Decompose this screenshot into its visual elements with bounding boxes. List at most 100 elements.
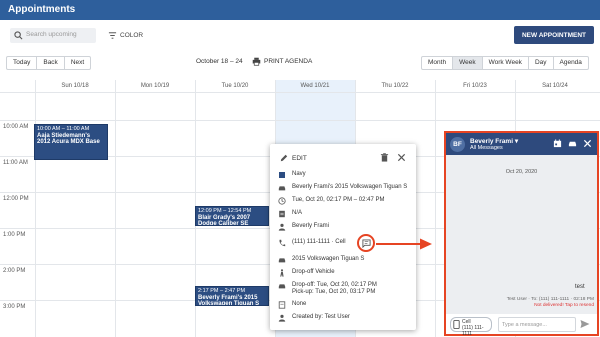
notes-icon [278, 301, 286, 309]
person-icon [278, 223, 286, 231]
time-label: 10:00 AM [3, 124, 29, 130]
avatar: BF [450, 137, 465, 152]
chat-icon [361, 238, 371, 248]
day-header: Mon 10/19 [140, 83, 170, 89]
time-label: 1:00 PM [3, 232, 26, 238]
customer-value: Beverly Frami [292, 223, 330, 229]
view-agenda[interactable]: Agenda [554, 57, 588, 69]
dropoff-row: Drop-off: Tue, Oct 20, 02:17 PM Pick-up:… [278, 282, 377, 296]
arrow-annotation [376, 238, 432, 250]
close-icon[interactable] [397, 153, 406, 162]
event-title: Beverly Frami's 2015 Volkswagen Tiguan S [198, 294, 260, 306]
color-button[interactable]: COLOR [108, 28, 143, 43]
view-day[interactable]: Day [529, 57, 554, 69]
vehicle-row: Beverly Frami's 2015 Volkswagen Tiguan S [278, 184, 407, 192]
message-bubble: test [572, 283, 588, 291]
grid-line [35, 80, 36, 337]
view-switcher: Month Week Work Week Day Agenda [421, 56, 589, 70]
car-icon[interactable] [568, 139, 577, 148]
search-input[interactable]: Search upcoming [10, 28, 96, 43]
contact-name-label: Beverly Frami [470, 138, 513, 145]
mobile-phone-icon [453, 320, 460, 329]
color-value: Navy [292, 171, 306, 177]
time-row: Tue, Oct 20, 02:17 PM – 02:47 PM [278, 197, 385, 205]
message-input[interactable]: Type a message... [498, 317, 576, 332]
notes-value: None [292, 301, 307, 307]
notes-row: None [278, 301, 306, 309]
time-label: 3:00 PM [3, 304, 26, 310]
grid-line [115, 80, 116, 337]
pencil-icon [280, 154, 288, 162]
grid-line [0, 120, 600, 121]
close-icon[interactable] [583, 139, 592, 148]
time-label: 12:00 PM [3, 196, 29, 202]
messages-panel: BF Beverly Frami ▾ All Messages Oct 20, … [444, 131, 599, 337]
grid-line [0, 92, 600, 93]
chevron-down-icon: ▾ [514, 138, 519, 145]
dropoff-value: Drop-off: Tue, Oct 20, 02:17 PM [292, 282, 377, 288]
color-row: Navy [278, 171, 306, 179]
calendar-icon[interactable] [553, 139, 562, 148]
day-header: Wed 10/21 [300, 83, 330, 89]
search-placeholder: Search upcoming [26, 31, 77, 38]
day-header: Sat 10/24 [542, 83, 568, 89]
event-title: Blair Grady's 2007 Dodge Caliber SE [198, 214, 251, 226]
created-by-value: Created by: Test User [292, 314, 350, 320]
trash-icon[interactable] [380, 153, 389, 162]
day-header: Tue 10/20 [221, 83, 249, 89]
contact-name[interactable]: Beverly Frami ▾ [470, 137, 518, 145]
date-range: October 18 – 24 [196, 58, 243, 65]
message-button[interactable] [357, 234, 375, 252]
clock-icon [278, 197, 286, 205]
day-header: Fri 10/23 [463, 83, 487, 89]
phone-row: (111) 111-1111 · Cell [278, 239, 346, 247]
next-button[interactable]: Next [65, 57, 90, 69]
phone-value[interactable]: (111) 111-1111 · Cell [292, 239, 346, 246]
search-icon [14, 31, 23, 40]
page-title: Appointments [8, 4, 76, 15]
customer-row: Beverly Frami [278, 223, 329, 231]
delivery-error[interactable]: Not delivered! Tap to resend [486, 303, 594, 308]
messages-header: BF Beverly Frami ▾ All Messages [446, 133, 597, 155]
back-button[interactable]: Back [37, 57, 65, 69]
app-header: Appointments [0, 0, 600, 20]
send-icon[interactable] [580, 319, 590, 329]
reference-value: N/A [292, 210, 303, 216]
phone-selector[interactable]: Cell (111) 111-1111 [450, 317, 492, 337]
grid-line [435, 80, 436, 337]
messages-subtitle: All Messages [470, 145, 503, 151]
dropoff-pickup-block: Drop-off: Tue, Oct 20, 02:17 PM Pick-up:… [292, 282, 377, 296]
appointment-event[interactable]: 10:00 AM – 11:00 AM Aaja Stiedemann's 20… [34, 124, 108, 160]
car-icon [278, 256, 286, 264]
model-row: 2015 Volkswagen Tiguan S [278, 256, 364, 264]
new-appointment-button[interactable]: NEW APPOINTMENT [514, 26, 594, 44]
created-by-row: Created by: Test User [278, 314, 350, 322]
time-value: Tue, Oct 20, 02:17 PM – 02:47 PM [292, 197, 385, 203]
today-button[interactable]: Today [7, 57, 38, 69]
appointment-popup: EDIT Navy Beverly Frami's 2015 Volkswage… [270, 144, 416, 330]
reference-row: N/A [278, 210, 302, 218]
date-nav-group: Today Back Next [6, 56, 92, 70]
edit-label: EDIT [292, 154, 307, 162]
appointment-event[interactable]: 12:09 PM – 12:54 PM Blair Grady's 2007 D… [195, 206, 269, 226]
thread-date: Oct 20, 2020 [505, 169, 538, 175]
walk-icon [278, 269, 286, 277]
view-work-week[interactable]: Work Week [483, 57, 529, 69]
view-month[interactable]: Month [422, 57, 454, 69]
appointment-event[interactable]: 2:17 PM – 2:47 PM Beverly Frami's 2015 V… [195, 286, 269, 306]
message-thread: Oct 20, 2020 test Test User · To: (111) … [446, 155, 597, 314]
cell-number: (111) 111-1111 [462, 325, 484, 337]
model-value: 2015 Volkswagen Tiguan S [292, 256, 365, 262]
print-agenda-label: PRINT AGENDA [264, 58, 313, 65]
filter-icon [108, 32, 117, 39]
car-icon [278, 282, 286, 290]
service-row: Drop-off Vehicle [278, 269, 335, 277]
color-label: COLOR [120, 32, 144, 39]
document-icon [278, 210, 286, 218]
view-week[interactable]: Week [453, 57, 483, 69]
day-header: Sun 10/18 [61, 83, 89, 89]
printer-icon [252, 57, 261, 66]
color-swatch-icon [278, 171, 286, 179]
edit-button[interactable]: EDIT [280, 154, 307, 162]
print-agenda-button[interactable]: PRINT AGENDA [252, 57, 312, 66]
